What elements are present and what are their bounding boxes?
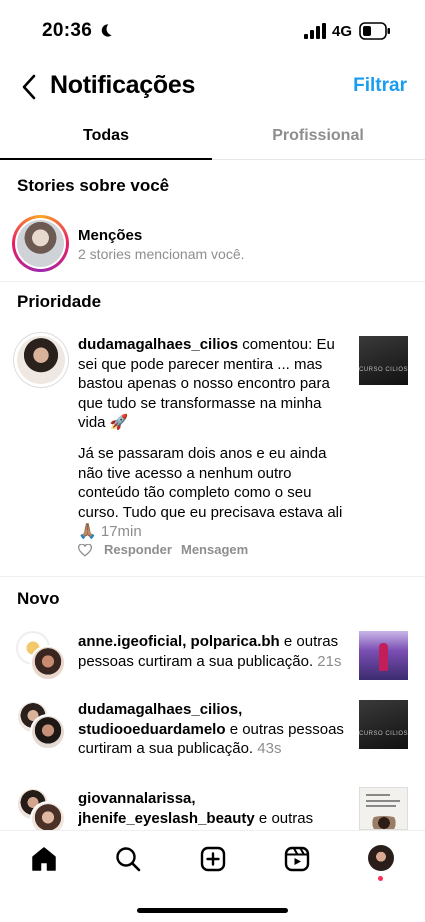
notification-dot [378,876,383,881]
mentions-subtitle: 2 stories mencionam você. [78,246,245,262]
heart-icon[interactable] [78,544,92,557]
post-thumbnail[interactable] [359,631,408,680]
divider [0,281,425,282]
liker-usernames[interactable]: anne.igeoficial, polparica.bh [78,633,280,650]
comment-notification[interactable]: dudamagalhaes_cilios comentou: Eu sei qu… [78,335,353,433]
section-title-stories: Stories sobre você [17,176,170,195]
comment-text-continued: Já se passaram dois anos e eu ainda não … [78,444,353,542]
comment-action: comentou: [238,336,317,353]
back-arrow-icon[interactable] [20,74,38,100]
home-icon[interactable] [30,845,58,873]
status-bar: 20:36 4G [0,0,425,60]
mentions-story-avatar[interactable] [12,215,69,272]
header: Notificações Filtrar [0,60,425,116]
avatar [30,645,66,681]
commenter-username[interactable]: dudamagalhaes_cilios [78,336,238,353]
liker-usernames[interactable]: dudamagalhaes_cilios, studiooeduardamelo [78,701,242,738]
post-thumbnail[interactable]: CURSO CILIOS [359,336,408,385]
comment-time: 17min [100,523,142,540]
like-notification[interactable]: dudamagalhaes_cilios, studiooeduardamelo… [78,700,353,759]
thumbnail-caption: CURSO CILIOS [359,731,408,737]
post-thumbnail[interactable]: CURSO CILIOS [359,700,408,749]
thumbnail-caption: CURSO CILIOS [359,367,408,373]
like-notification[interactable]: giovannalarissa, jhenife_eyeslash_beauty… [78,789,353,830]
avatar [30,714,66,750]
moon-icon [101,24,112,37]
search-icon[interactable] [114,845,142,873]
filter-button[interactable]: Filtrar [353,75,407,97]
tab-all[interactable]: Todas [0,116,212,160]
profile-avatar[interactable] [368,845,394,871]
battery-icon [359,22,390,40]
tab-professional[interactable]: Profissional [212,116,424,160]
post-thumbnail[interactable] [359,787,408,830]
avatar [17,220,64,267]
tab-bar: Todas Profissional [0,116,425,160]
liker-usernames[interactable]: giovannalarissa, jhenife_eyeslash_beauty [78,790,255,827]
bottom-nav [0,830,425,890]
stacked-avatars[interactable] [16,700,66,750]
section-title-new: Novo [17,589,60,608]
reply-button[interactable]: Responder [104,542,172,557]
mentions-title[interactable]: Menções [78,227,142,244]
page-title: Notificações [50,71,196,99]
status-time: 20:36 [42,20,93,41]
reels-icon[interactable] [283,845,311,873]
signal-icon [304,23,326,39]
message-button[interactable]: Mensagem [181,542,248,557]
section-title-priority: Prioridade [17,292,102,311]
like-notification[interactable]: anne.igeoficial, polparica.bh e outras p… [78,632,353,671]
notification-time: 43s [257,740,282,757]
create-icon[interactable] [199,845,227,873]
notification-time: 21s [317,652,342,670]
commenter-avatar[interactable] [13,332,69,388]
stacked-avatars[interactable] [16,631,66,681]
network-label: 4G [332,23,353,40]
home-indicator [137,908,288,913]
divider [0,576,425,577]
